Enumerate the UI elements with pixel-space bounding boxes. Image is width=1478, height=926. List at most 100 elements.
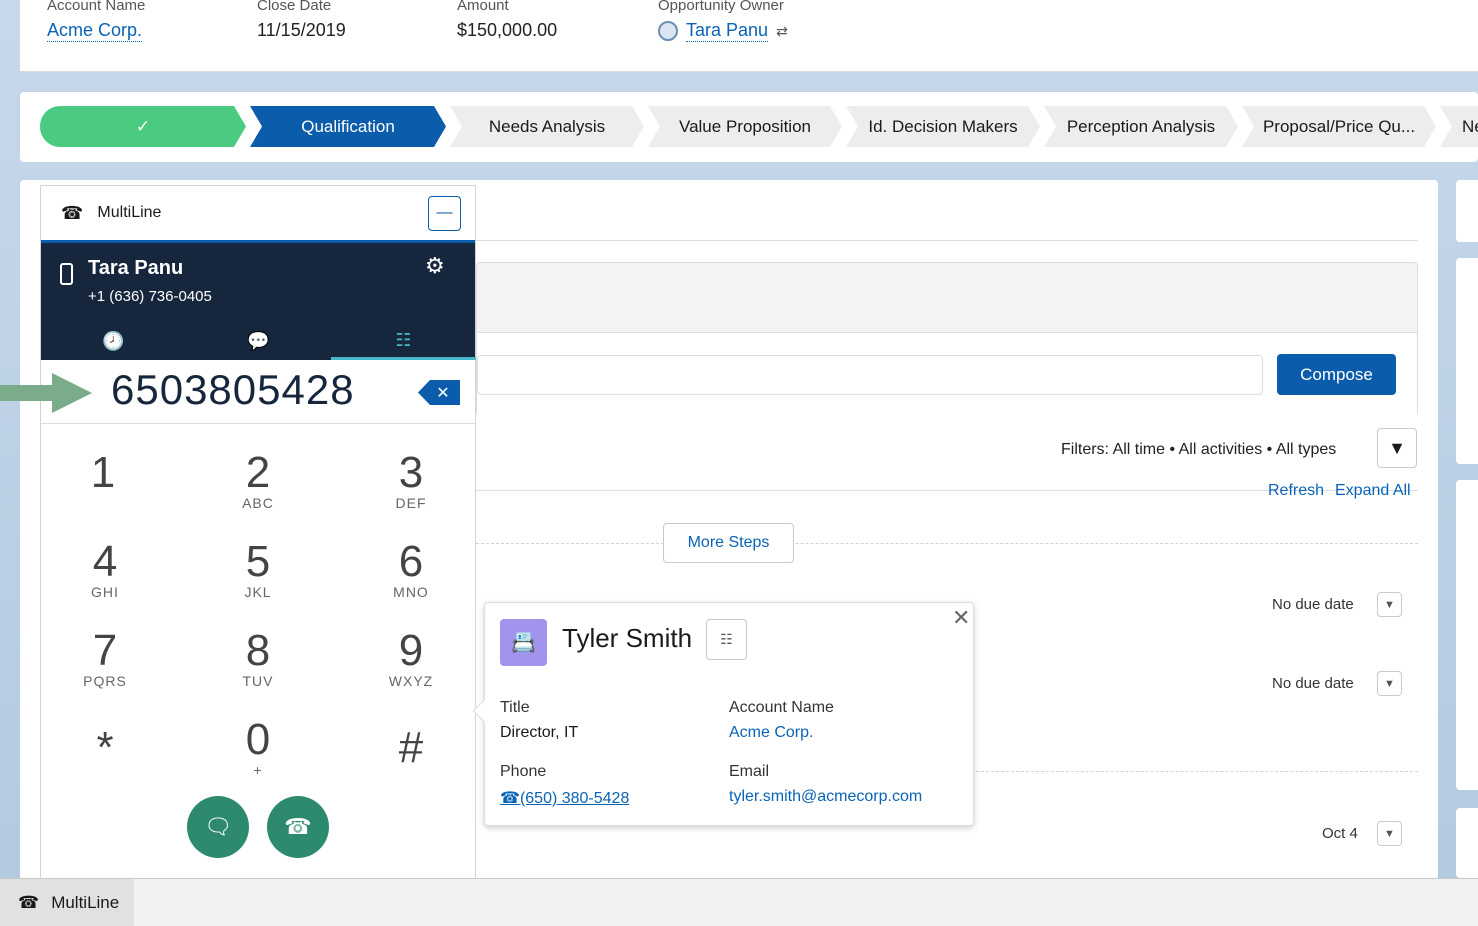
softphone-user-panel: Tara Panu +1 (636) 736-0405 ⚙ 🕗 💬 ☷ bbox=[41, 243, 476, 360]
key-digit: 5 bbox=[245, 537, 271, 586]
user-name: Tara Panu bbox=[88, 257, 184, 279]
owner-link[interactable]: Tara Panu bbox=[686, 20, 769, 42]
sales-path: ✓ Qualification Needs Analysis Value Pro… bbox=[40, 106, 1478, 147]
chevron-down-icon: ▼ bbox=[1384, 827, 1395, 840]
contact-name: Tyler Smith bbox=[562, 623, 693, 653]
clock-icon: 🕗 bbox=[102, 331, 125, 351]
key-letters: WXYZ bbox=[388, 673, 434, 689]
key-5[interactable]: 5 JKL bbox=[213, 537, 303, 601]
title-value: Director, IT bbox=[500, 724, 579, 741]
backspace-button[interactable]: ✕ bbox=[418, 380, 460, 405]
right-card-2 bbox=[1456, 258, 1478, 464]
contact-hover-card: 📇 Tyler Smith ☷ ✕ Title Director, IT Acc… bbox=[472, 602, 974, 826]
key-hash[interactable]: # bbox=[366, 726, 456, 770]
path-step-needs-analysis[interactable]: Needs Analysis bbox=[450, 106, 644, 147]
path-step-complete[interactable]: ✓ bbox=[40, 106, 246, 147]
send-message-button[interactable]: 🗨 bbox=[187, 796, 249, 858]
divider bbox=[476, 240, 1418, 241]
dialed-number: 6503805428 bbox=[111, 366, 355, 413]
hierarchy-button[interactable]: ☷ bbox=[706, 619, 747, 660]
due-date-label: No due date bbox=[1272, 675, 1354, 692]
key-digit: 6 bbox=[398, 537, 424, 586]
phone-icon: ☎ bbox=[18, 893, 40, 912]
key-digit: 1 bbox=[90, 448, 116, 497]
close-icon[interactable]: ✕ bbox=[952, 605, 970, 631]
key-digit: 2 bbox=[245, 448, 271, 497]
key-1[interactable]: 1 bbox=[58, 451, 148, 495]
path-step-proposal[interactable]: Proposal/Price Qu... bbox=[1242, 106, 1436, 147]
key-3[interactable]: 3 DEF bbox=[366, 448, 456, 512]
gear-icon[interactable]: ⚙ bbox=[425, 253, 445, 279]
item-menu-button[interactable]: ▼ bbox=[1377, 671, 1402, 696]
amount-value: $150,000.00 bbox=[457, 20, 558, 40]
key-letters: + bbox=[253, 762, 263, 778]
tab-messages[interactable]: 💬 bbox=[186, 323, 331, 360]
utility-item-multiline[interactable]: ☎ MultiLine bbox=[0, 879, 134, 926]
key-digit: 3 bbox=[398, 448, 424, 497]
due-date-label: No due date bbox=[1272, 596, 1354, 613]
user-number: +1 (636) 736-0405 bbox=[88, 288, 212, 305]
phone-icon: ☎ bbox=[61, 202, 84, 223]
dial-display[interactable]: 6503805428 ✕ bbox=[41, 360, 475, 424]
key-7[interactable]: 7 PQRS bbox=[60, 629, 150, 690]
account-name-label: Account Name bbox=[47, 0, 146, 14]
backspace-icon: ✕ bbox=[436, 384, 450, 402]
key-8[interactable]: 8 TUV bbox=[213, 629, 303, 690]
close-date-value: 11/15/2019 bbox=[257, 20, 346, 40]
item-menu-button[interactable]: ▼ bbox=[1377, 592, 1402, 617]
key-digit: 4 bbox=[92, 537, 118, 586]
phone-label: Phone bbox=[500, 763, 547, 780]
path-step-decision-makers[interactable]: Id. Decision Makers bbox=[846, 106, 1040, 147]
path-step-qualification[interactable]: Qualification bbox=[250, 106, 446, 147]
account-name-label: Account Name bbox=[729, 699, 834, 716]
chat-icon: 🗨 bbox=[204, 814, 232, 839]
key-letters: JKL bbox=[244, 584, 272, 600]
expand-all-link[interactable]: Expand All bbox=[1335, 482, 1411, 500]
funnel-icon: ▼ bbox=[1388, 437, 1406, 458]
account-name-link[interactable]: Acme Corp. bbox=[729, 724, 813, 742]
amount-field: Amount $150,000.00 bbox=[457, 0, 557, 41]
key-6[interactable]: 6 MNO bbox=[366, 537, 456, 601]
softphone-title: MultiLine bbox=[97, 204, 162, 221]
key-4[interactable]: 4 GHI bbox=[60, 537, 150, 601]
highlights-panel: Account Name Acme Corp. Close Date 11/15… bbox=[20, 0, 1478, 72]
email-label: Email bbox=[729, 763, 770, 780]
tab-dialpad[interactable]: ☷ bbox=[331, 323, 476, 360]
key-letters: GHI bbox=[91, 584, 119, 600]
mobile-icon bbox=[60, 263, 73, 285]
phone-link[interactable]: ☎(650) 380-5428 bbox=[500, 788, 629, 808]
compose-button[interactable]: Compose bbox=[1277, 354, 1396, 395]
key-digit: 9 bbox=[398, 626, 424, 675]
refresh-link[interactable]: Refresh bbox=[1268, 482, 1324, 500]
call-button[interactable]: ☎ bbox=[267, 796, 329, 858]
phone-number: (650) 380-5428 bbox=[519, 790, 630, 807]
key-letters: TUV bbox=[242, 673, 274, 689]
more-steps-button[interactable]: More Steps bbox=[663, 523, 794, 563]
account-name-link[interactable]: Acme Corp. bbox=[47, 20, 143, 42]
filter-button[interactable]: ▼ bbox=[1377, 428, 1417, 468]
chevron-down-icon: ▼ bbox=[1384, 677, 1395, 690]
minimize-button[interactable]: — bbox=[428, 196, 461, 231]
composer-input[interactable] bbox=[477, 355, 1263, 395]
email-link[interactable]: tyler.smith@acmecorp.com bbox=[729, 788, 922, 806]
path-step-perception-analysis[interactable]: Perception Analysis bbox=[1044, 106, 1238, 147]
change-owner-icon[interactable]: ⇄ bbox=[776, 23, 788, 40]
path-step-value-proposition[interactable]: Value Proposition bbox=[648, 106, 842, 147]
check-icon: ✓ bbox=[135, 116, 151, 136]
chat-icon: 💬 bbox=[247, 331, 270, 351]
key-0[interactable]: 0 + bbox=[213, 715, 303, 779]
chevron-down-icon: ▼ bbox=[1384, 598, 1395, 611]
key-star[interactable]: * bbox=[60, 726, 150, 770]
tab-call-history[interactable]: 🕗 bbox=[41, 323, 186, 360]
contact-icon: 📇 bbox=[500, 619, 547, 666]
key-letters: MNO bbox=[393, 584, 429, 600]
key-digit: 0 bbox=[245, 715, 271, 764]
key-9[interactable]: 9 WXYZ bbox=[366, 626, 456, 690]
phone-icon: ☎ bbox=[284, 814, 312, 839]
owner-avatar bbox=[658, 21, 678, 41]
right-card-4 bbox=[1456, 808, 1478, 878]
key-2[interactable]: 2 ABC bbox=[213, 448, 303, 512]
path-step-negotiation[interactable]: Neg bbox=[1440, 106, 1478, 147]
item-menu-button[interactable]: ▼ bbox=[1377, 821, 1402, 846]
right-card-3 bbox=[1456, 480, 1478, 790]
